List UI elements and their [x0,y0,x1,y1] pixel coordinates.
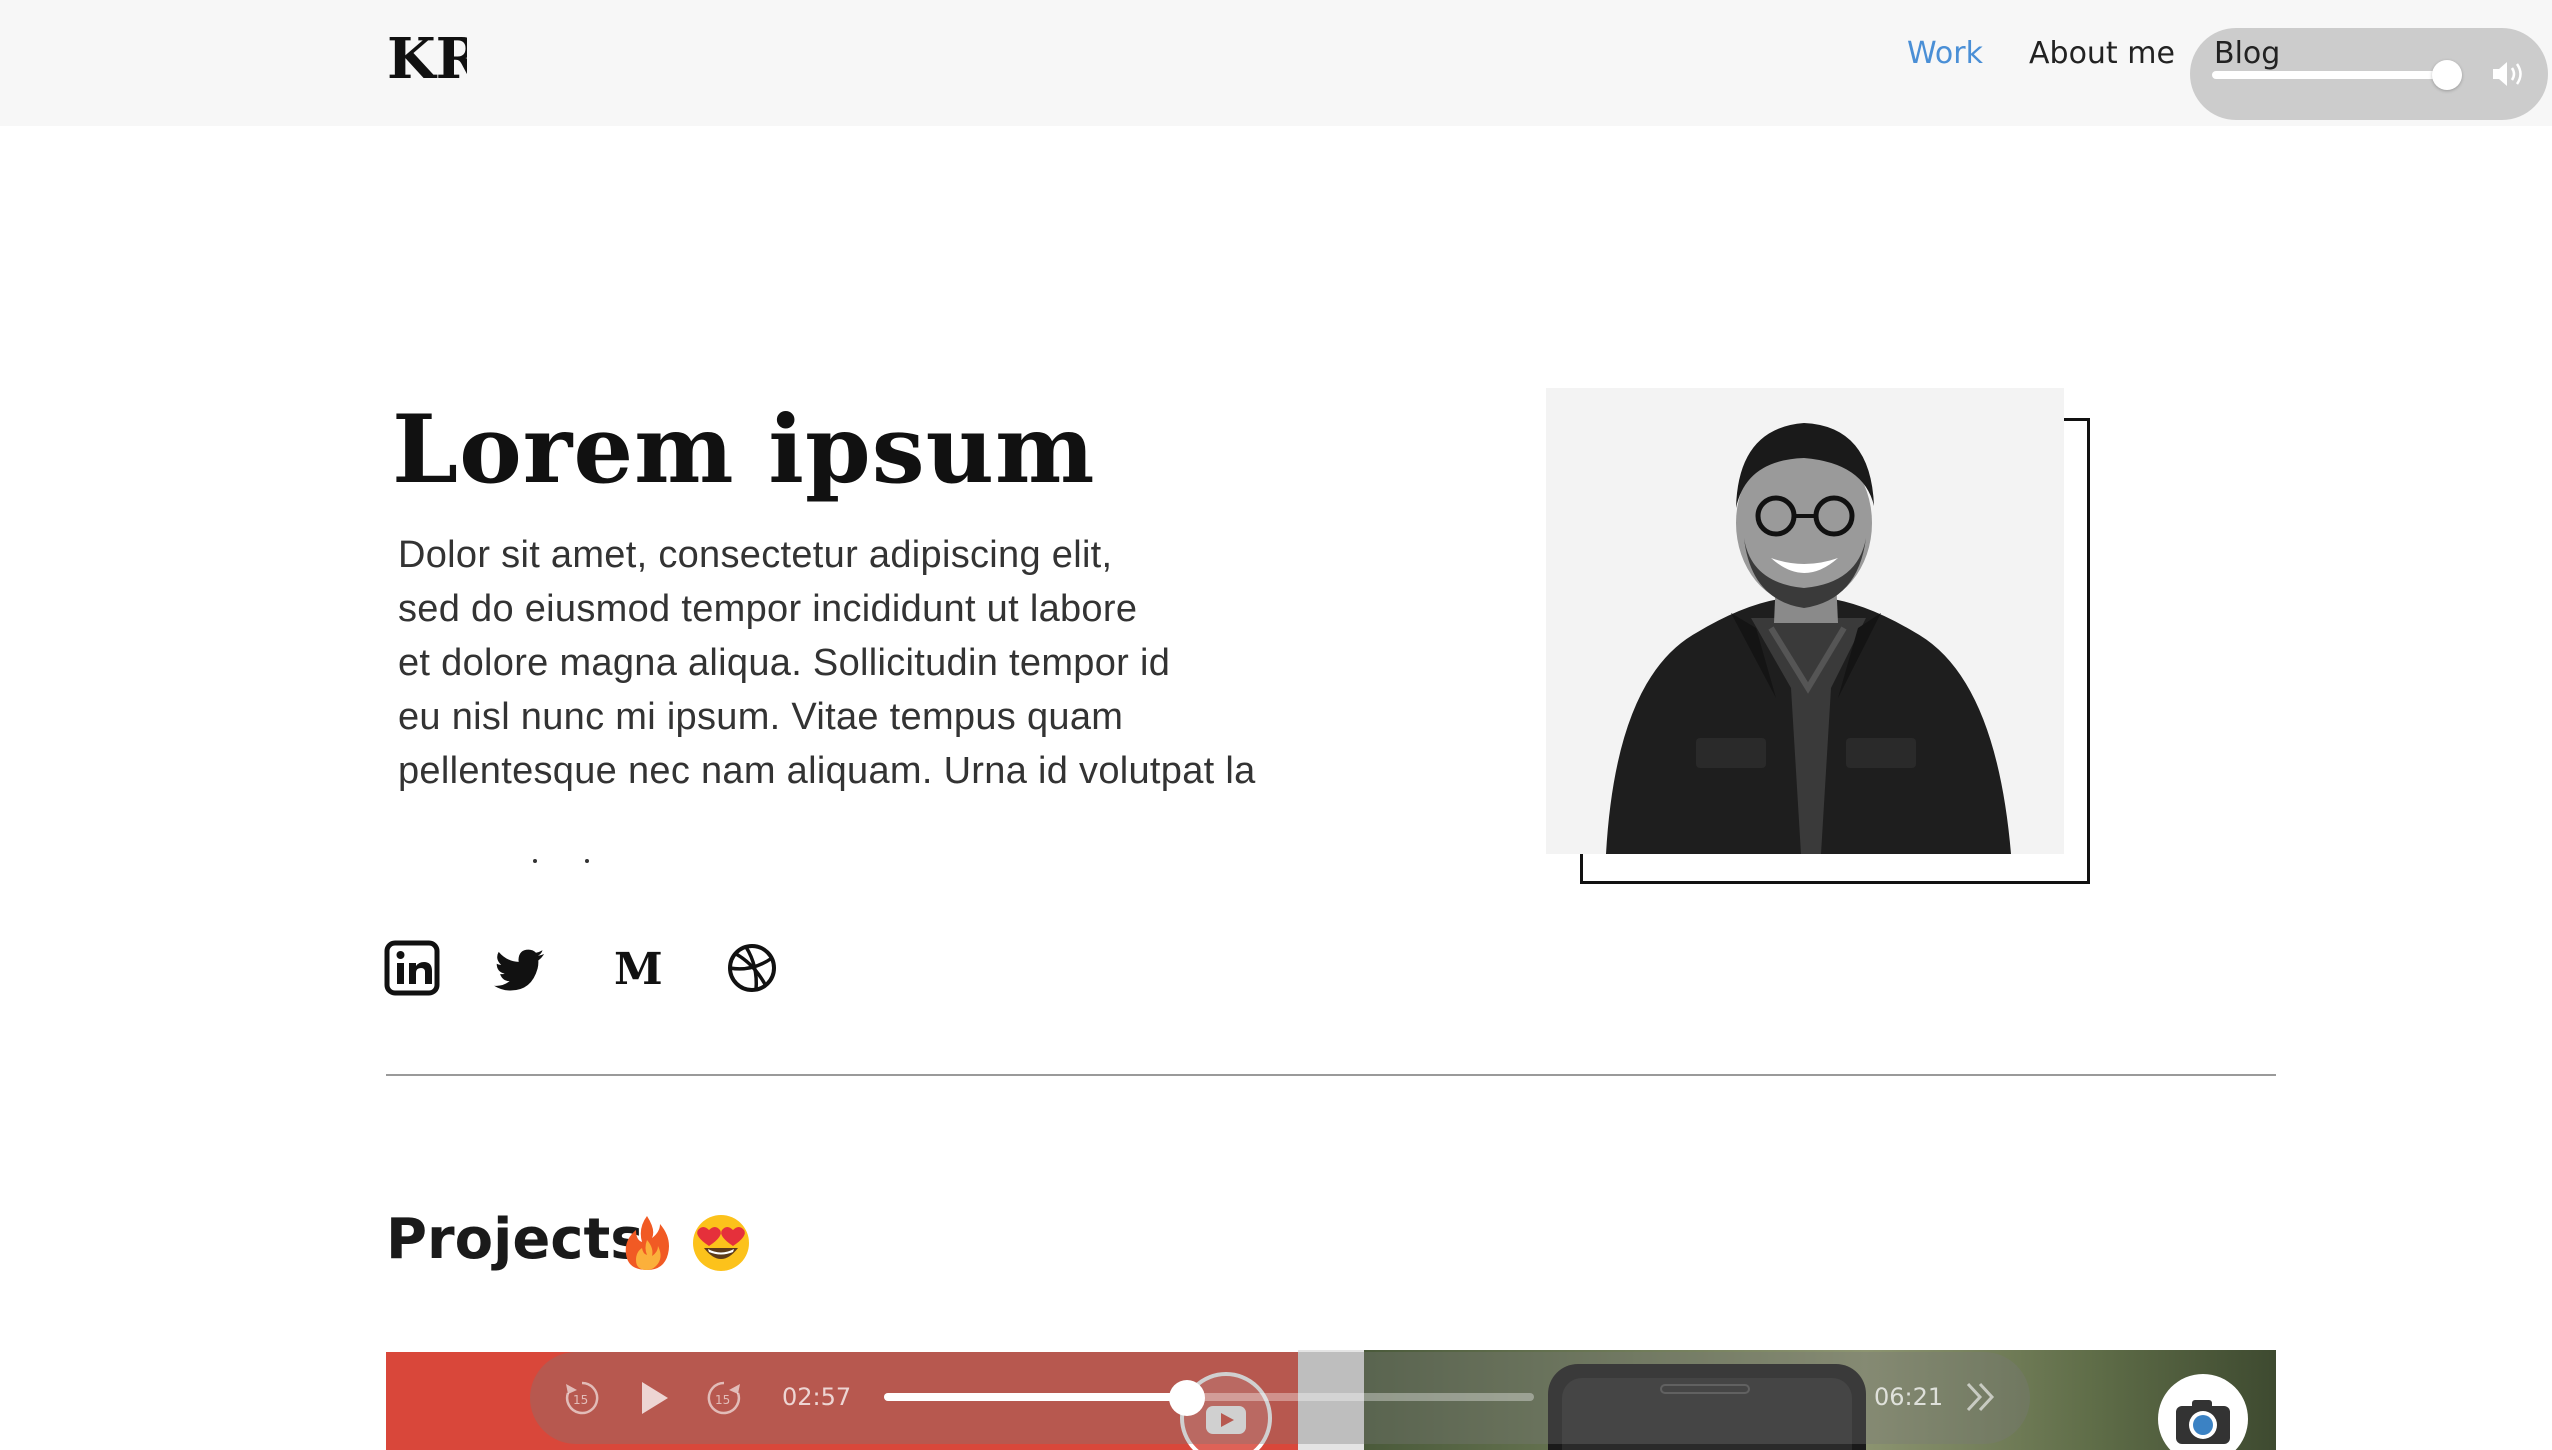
person-portrait-illustration [1606,423,2011,854]
camera-icon [2176,1400,2230,1444]
portrait-photo [1546,388,2064,854]
fire-emoji-icon [625,1216,669,1270]
current-time: 02:57 [782,1383,852,1411]
hero-line: Dolor sit amet, consectetur adipiscing e… [398,534,1113,576]
volume-slider-thumb[interactable] [2432,60,2462,90]
section-divider [386,1074,2276,1076]
total-time: 06:21 [1874,1383,1944,1411]
nav-link-about-me[interactable]: About me [2029,34,2175,74]
camera-app-icon [2158,1374,2248,1450]
nav-link-work[interactable]: Work [1907,34,1983,74]
linkedin-icon[interactable] [384,940,440,996]
fast-forward-icon[interactable] [1964,1380,1998,1414]
truncation-dots [533,859,589,863]
twitter-icon[interactable] [494,940,550,996]
nav-link-blog[interactable]: Blog [2214,34,2280,74]
hero-line: pellentesque nec nam aliquam. Urna id vo… [398,750,1256,792]
svg-text:M: M [614,944,663,995]
hero-description: Dolor sit amet, consectetur adipiscing e… [398,528,1378,798]
hero-line: et dolore magna aliqua. Sollicitudin tem… [398,642,1171,684]
forward-15-icon[interactable]: 15 [704,1378,744,1418]
medium-icon[interactable]: M [610,940,666,996]
hero-line: sed do eiusmod tempor incididunt ut labo… [398,588,1138,630]
seek-progress [884,1393,1187,1401]
svg-text:15: 15 [715,1393,730,1407]
heart-eyes-emoji-icon [693,1215,749,1271]
svg-text:15: 15 [573,1393,588,1407]
play-icon[interactable] [636,1378,672,1418]
top-navbar: KR Work About me Blog [0,0,2552,126]
kr-logo[interactable]: KR [387,28,467,88]
svg-text:KR: KR [387,28,467,88]
hero-title: Lorem ipsum [392,395,1096,505]
speaker-wave-icon[interactable] [2490,58,2526,90]
rewind-15-icon[interactable]: 15 [562,1378,602,1418]
projects-heading: Projects [386,1207,644,1272]
hero-line: eu nisl nunc mi ipsum. Vitae tempus quam [398,696,1124,738]
dribbble-icon[interactable] [724,940,780,996]
seek-thumb[interactable] [1168,1380,1205,1416]
